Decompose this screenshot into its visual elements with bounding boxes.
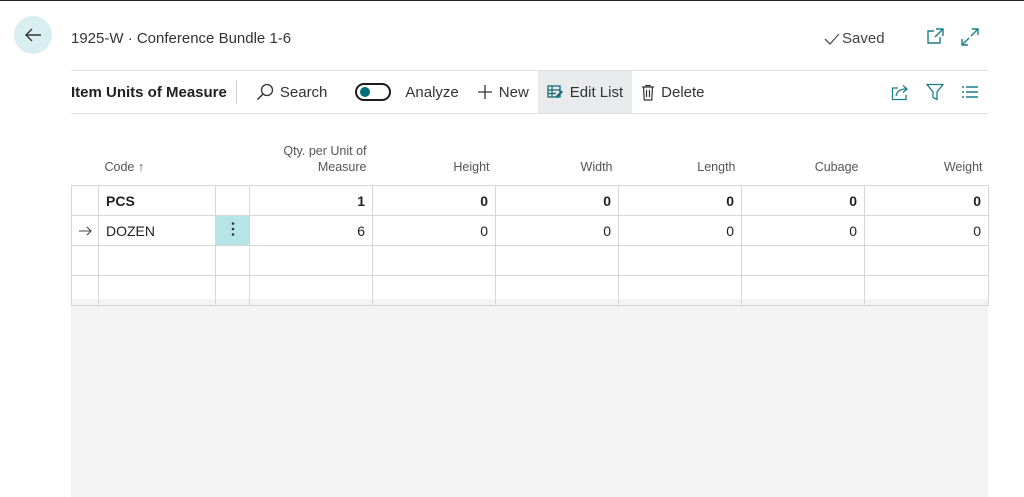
expand-icon [961,28,979,46]
width-cell[interactable]: 0 [495,185,619,216]
open-new-window-button[interactable] [925,27,945,47]
toggle-switch[interactable] [355,83,392,101]
list-view-button[interactable] [958,71,982,113]
checkmark-icon [824,33,840,45]
saved-status: Saved [824,30,885,47]
column-header-code[interactable]: Code ↑ [99,130,216,186]
search-icon [256,83,274,101]
height-cell[interactable]: 0 [372,215,496,246]
sort-ascending-icon: ↑ [137,160,145,174]
table-header-row: Code ↑ Qty. per Unit of Measure Height W… [72,130,989,186]
cubage-cell[interactable]: 0 [741,215,865,246]
delete-label: Delete [661,83,705,101]
new-label: New [498,83,529,101]
header-spacer [216,130,250,186]
code-cell[interactable]: DOZEN [98,215,216,246]
page-title: 1925-W · Conference Bundle 1-6 [71,30,292,47]
cubage-cell[interactable]: 0 [741,185,865,216]
row-indicator [71,185,99,216]
filter-button[interactable] [923,71,947,113]
weight-cell[interactable]: 0 [864,215,989,246]
share-button[interactable] [888,71,912,113]
empty-area [71,299,988,497]
row-menu-cell [215,185,250,216]
new-button[interactable]: New [468,71,538,113]
top-border [0,0,1024,1]
edit-list-icon [547,85,563,98]
more-options-icon [231,222,234,236]
expand-button[interactable] [960,27,980,47]
page-caption: Item Units of Measure [71,83,227,101]
delete-button[interactable]: Delete [632,71,713,113]
analyze-label: Analyze [405,83,459,101]
column-header-weight[interactable]: Weight [865,130,989,186]
action-bar-divider [235,80,237,104]
units-table: Code ↑ Qty. per Unit of Measure Height W… [71,130,989,306]
trash-icon [642,84,655,101]
search-button[interactable]: Search [247,71,337,113]
header-spacer [72,130,99,186]
plus-icon [477,85,492,99]
code-header-label: Code [104,160,135,174]
column-header-qty[interactable]: Qty. per Unit of Measure [250,130,373,186]
width-cell[interactable]: 0 [495,215,619,246]
qty-cell[interactable]: 6 [249,215,373,246]
search-label: Search [279,83,328,101]
column-header-height[interactable]: Height [373,130,496,186]
column-header-length[interactable]: Length [619,130,742,186]
edit-list-label: Edit List [569,83,624,101]
weight-cell[interactable]: 0 [864,185,989,216]
column-header-cubage[interactable]: Cubage [742,130,865,186]
height-cell[interactable]: 0 [372,185,496,216]
empty-row[interactable] [71,245,989,276]
list-view-icon [962,86,978,98]
length-cell[interactable]: 0 [618,215,742,246]
open-new-window-icon [927,28,944,44]
column-header-width[interactable]: Width [496,130,619,186]
row-indicator [71,215,99,246]
share-icon [891,84,908,100]
filter-icon [926,83,944,101]
qty-cell[interactable]: 1 [249,185,373,216]
empty-row[interactable] [71,275,989,306]
row-arrow-icon [79,226,92,235]
analyze-toggle[interactable]: Analyze [346,71,467,113]
row-menu-cell[interactable] [215,215,250,246]
table-row[interactable]: DOZEN 6 0 0 0 0 0 [71,215,989,246]
edit-list-button[interactable]: Edit List [537,71,633,113]
table-row[interactable]: PCS 1 0 0 0 0 0 [71,185,989,216]
code-cell[interactable]: PCS [98,185,216,216]
saved-label: Saved [842,30,885,47]
back-arrow-icon [25,28,41,42]
back-button[interactable] [14,16,52,54]
action-bar: Item Units of Measure Search Analyze New… [71,70,988,114]
length-cell[interactable]: 0 [618,185,742,216]
